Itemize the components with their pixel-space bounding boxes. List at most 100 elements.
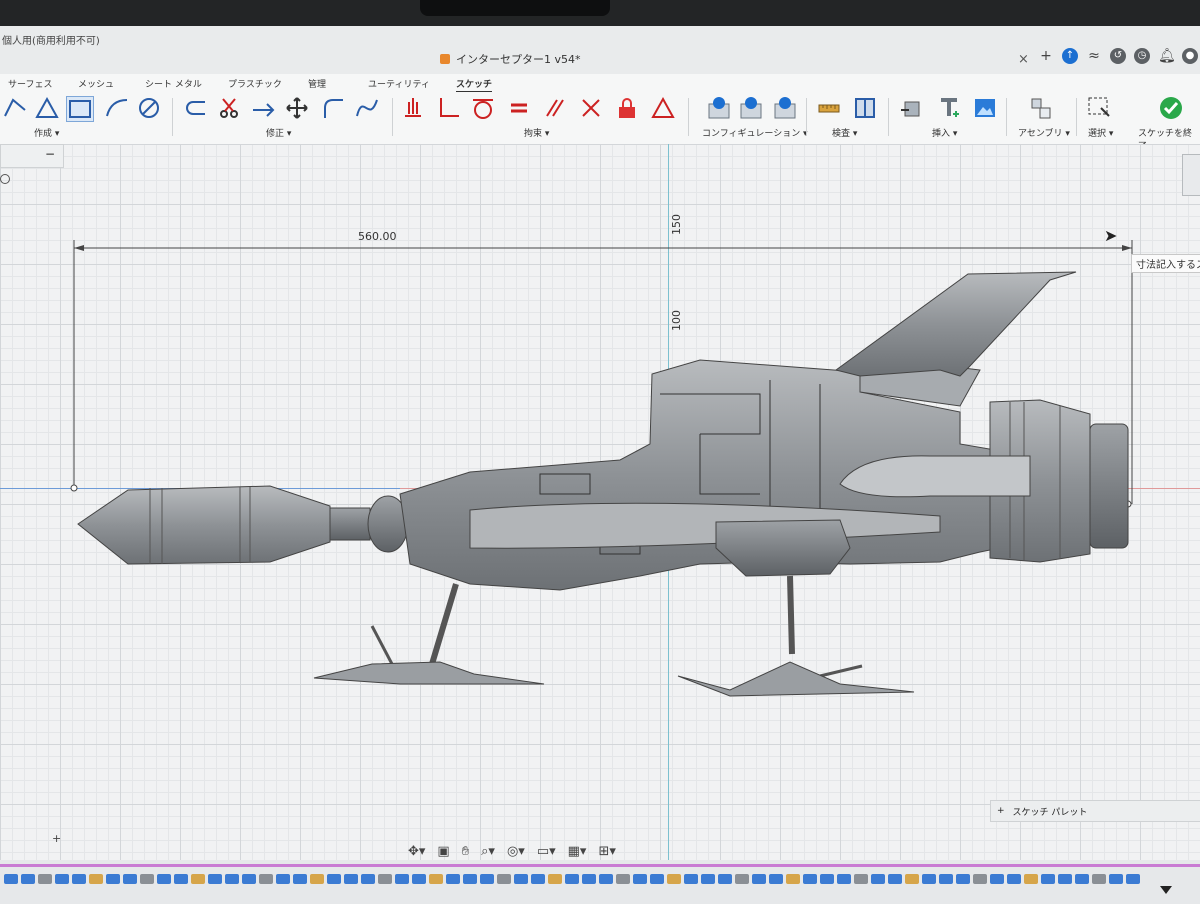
tab-utility[interactable]: ユーティリティ <box>368 77 430 90</box>
spaceship-model[interactable] <box>0 144 1200 860</box>
timeline-item[interactable] <box>514 874 528 884</box>
timeline-item[interactable] <box>89 874 103 884</box>
fit-icon[interactable]: ◎▾ <box>507 844 525 859</box>
timeline-item[interactable] <box>854 874 868 884</box>
timeline-item[interactable] <box>548 874 562 884</box>
dimension-150-label[interactable]: 150 <box>670 214 683 235</box>
configuration-menu[interactable]: コンフィギュレーション ▾ <box>702 126 808 139</box>
timeline-item[interactable] <box>310 874 324 884</box>
config-rule-icon[interactable] <box>738 96 764 120</box>
timeline-item[interactable] <box>344 874 358 884</box>
timeline-item[interactable] <box>1092 874 1106 884</box>
dimension-width-label[interactable]: 560.00 <box>358 230 397 243</box>
timeline-end-marker[interactable] <box>1160 886 1172 894</box>
trim-icon[interactable] <box>216 96 242 120</box>
timeline-item[interactable] <box>497 874 511 884</box>
timeline-item[interactable] <box>786 874 800 884</box>
timeline-item[interactable] <box>650 874 664 884</box>
measure-icon[interactable] <box>816 96 842 120</box>
timeline-item[interactable] <box>633 874 647 884</box>
timeline-item[interactable] <box>429 874 443 884</box>
timeline-item[interactable] <box>990 874 1004 884</box>
timeline-item[interactable] <box>242 874 256 884</box>
clock-icon[interactable]: ◷ <box>1134 48 1150 64</box>
parallel-icon[interactable] <box>542 96 568 120</box>
insert-image-icon[interactable] <box>972 96 998 120</box>
tab-plastic[interactable]: プラスチック <box>228 77 282 90</box>
timeline-item[interactable] <box>701 874 715 884</box>
timeline-item[interactable] <box>820 874 834 884</box>
timeline-item[interactable] <box>1024 874 1038 884</box>
lock-icon[interactable] <box>614 96 640 120</box>
timeline-item[interactable] <box>21 874 35 884</box>
timeline-item[interactable] <box>480 874 494 884</box>
timeline-item[interactable] <box>718 874 732 884</box>
palette-expand-icon[interactable]: + <box>997 806 1005 816</box>
timeline-item[interactable] <box>361 874 375 884</box>
timeline-item[interactable] <box>208 874 222 884</box>
select-menu[interactable]: 選択 ▾ <box>1088 126 1113 139</box>
sync-icon[interactable]: ↑ <box>1062 48 1078 64</box>
move-icon[interactable] <box>284 96 310 120</box>
timeline-item[interactable] <box>616 874 630 884</box>
timeline-item[interactable] <box>106 874 120 884</box>
timeline-item[interactable] <box>667 874 681 884</box>
timeline-item[interactable] <box>4 874 18 884</box>
spline-icon[interactable] <box>354 96 380 120</box>
timeline-item[interactable] <box>55 874 69 884</box>
assemble-icon[interactable] <box>1028 96 1054 120</box>
timeline-item[interactable] <box>395 874 409 884</box>
timeline-item[interactable] <box>888 874 902 884</box>
tangent-icon[interactable] <box>470 96 496 120</box>
timeline-item[interactable] <box>259 874 273 884</box>
timeline-item[interactable] <box>276 874 290 884</box>
rectangle-icon[interactable] <box>66 96 94 122</box>
timeline-item[interactable] <box>72 874 86 884</box>
timeline-item[interactable] <box>140 874 154 884</box>
tab-sketch[interactable]: スケッチ <box>456 77 493 93</box>
fix-icon[interactable] <box>400 96 426 120</box>
document-tab[interactable]: インターセプター1 v54* <box>440 48 1030 70</box>
add-icon[interactable]: + <box>1038 48 1054 64</box>
timeline-item[interactable] <box>38 874 52 884</box>
timeline-item[interactable] <box>1109 874 1123 884</box>
timeline-item[interactable] <box>463 874 477 884</box>
timeline-item[interactable] <box>123 874 137 884</box>
display-icon[interactable]: ▭▾ <box>537 844 556 859</box>
symmetry-icon[interactable] <box>650 96 676 120</box>
timeline-item[interactable] <box>1075 874 1089 884</box>
timeline-item[interactable] <box>803 874 817 884</box>
timeline-item[interactable] <box>565 874 579 884</box>
jobs-icon[interactable]: ≈ <box>1086 48 1102 64</box>
notification-icon[interactable]: 🔔︎ <box>1158 48 1176 64</box>
timeline-item[interactable] <box>837 874 851 884</box>
tab-surface[interactable]: サーフェス <box>8 77 52 90</box>
timeline-item[interactable] <box>905 874 919 884</box>
timeline-item[interactable] <box>1058 874 1072 884</box>
orbit-icon[interactable]: ✥▾ <box>408 844 425 859</box>
pan-icon[interactable]: ✋︎ <box>462 844 469 859</box>
create-menu[interactable]: 作成 ▾ <box>34 126 59 139</box>
comments-add-button[interactable]: + <box>52 832 61 845</box>
grid-icon[interactable]: ▦▾ <box>568 844 587 859</box>
timeline-item[interactable] <box>157 874 171 884</box>
timeline-item[interactable] <box>531 874 545 884</box>
timeline-item[interactable] <box>225 874 239 884</box>
timeline-item[interactable] <box>1041 874 1055 884</box>
constraints-menu[interactable]: 拘束 ▾ <box>524 126 549 139</box>
circle-icon[interactable] <box>136 96 162 120</box>
insert-derive-icon[interactable] <box>898 96 924 120</box>
offset-icon[interactable] <box>182 96 208 120</box>
timeline-item[interactable] <box>922 874 936 884</box>
timeline-item[interactable] <box>956 874 970 884</box>
fillet-icon[interactable] <box>320 96 346 120</box>
perpendicular-icon[interactable] <box>436 96 462 120</box>
coincident-icon[interactable] <box>578 96 604 120</box>
interference-icon[interactable] <box>852 96 878 120</box>
line-icon[interactable] <box>2 96 28 120</box>
sketch-palette[interactable]: + スケッチ パレット <box>990 800 1200 822</box>
timeline-item[interactable] <box>684 874 698 884</box>
viewcube[interactable] <box>1182 154 1200 196</box>
account-icon[interactable]: ● <box>1182 48 1198 64</box>
timeline-item[interactable] <box>378 874 392 884</box>
